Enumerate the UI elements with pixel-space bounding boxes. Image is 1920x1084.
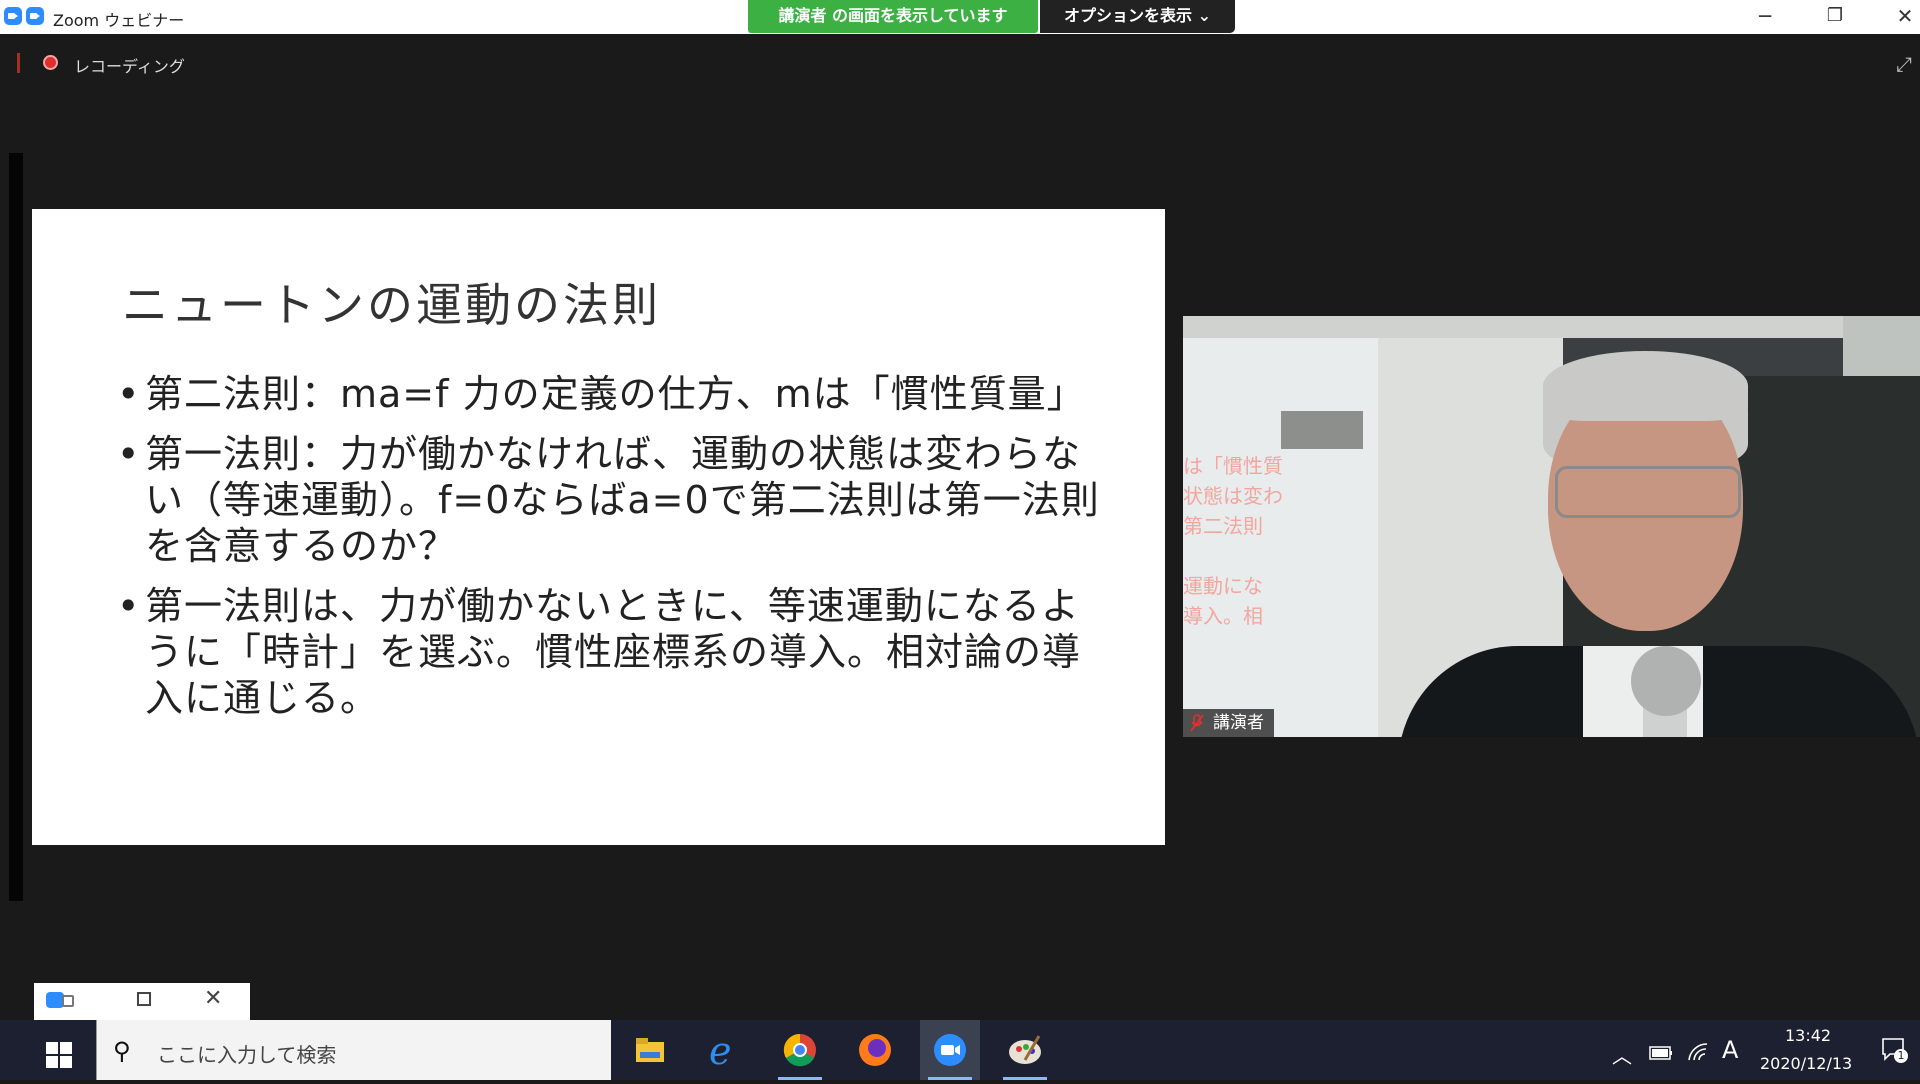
zoom-webinar-icon — [26, 7, 44, 25]
bullet-icon: • — [117, 432, 141, 476]
restore-button[interactable]: ❐ — [1805, 0, 1865, 34]
slide-bullet: • 第二法則：ma=f 力の定義の仕方、mは「慣性質量」 — [117, 371, 1117, 417]
bullet-text: 第一法則：力が働かなければ、運動の状態は変わらない（等速運動）。f=0ならばa=… — [145, 432, 1100, 568]
microphone — [1631, 646, 1701, 716]
mini-maximize-button[interactable] — [137, 992, 151, 1006]
participant-name: 講演者 — [1213, 713, 1264, 733]
taskbar-paint[interactable] — [995, 1020, 1055, 1080]
title-bar: Zoom ウェビナー 講演者 の画面を表示しています オプションを表示 ⌄ ─ … — [0, 0, 1920, 34]
clock-time[interactable]: 13:42 — [1785, 1026, 1831, 1045]
ime-mode-indicator[interactable]: A — [1722, 1036, 1738, 1064]
zoom-mini-window[interactable]: ✕ — [34, 983, 250, 1021]
taskbar-chrome[interactable] — [770, 1020, 830, 1080]
taskbar-file-explorer[interactable] — [620, 1020, 680, 1080]
zoom-logo-icon — [4, 7, 22, 25]
slide-bullet-list: • 第二法則：ma=f 力の定義の仕方、mは「慣性質量」 • 第一法則：力が働か… — [117, 371, 1117, 735]
window-title: Zoom ウェビナー — [53, 11, 185, 30]
shared-slide: ニュートンの運動の法則 • 第二法則：ma=f 力の定義の仕方、mは「慣性質量」… — [32, 209, 1165, 845]
mic-muted-icon — [1190, 714, 1204, 732]
firefox-icon — [859, 1034, 891, 1066]
bullet-text: 第一法則は、力が働かないときに、等速運動になるように「時計」を選ぶ。慣性座標系の… — [145, 584, 1082, 720]
recording-label: レコーディング — [74, 57, 185, 76]
close-button[interactable]: ✕ — [1875, 0, 1920, 34]
chrome-icon — [783, 1033, 816, 1067]
bullet-text: 第二法則：ma=f 力の定義の仕方、mは「慣性質量」 — [145, 372, 1086, 416]
bullet-icon: • — [117, 372, 141, 416]
recording-icon — [43, 55, 58, 70]
clock-date[interactable]: 2020/12/13 — [1760, 1054, 1852, 1073]
tray-expand-icon[interactable]: ︿ — [1612, 1040, 1632, 1069]
content-edge-bar — [9, 153, 23, 901]
search-placeholder: ここに入力して検索 — [157, 1043, 337, 1067]
screen-share-banner: 講演者 の画面を表示しています — [748, 0, 1038, 33]
speaker-hair-top — [1543, 351, 1748, 421]
bullet-icon: • — [117, 584, 141, 628]
zoom-icon — [934, 1034, 966, 1066]
video-ceiling — [1183, 316, 1920, 338]
participant-name-tag: 講演者 — [1183, 709, 1274, 737]
slide-title: ニュートンの運動の法則 — [122, 278, 661, 332]
slide-bullet: • 第一法則：力が働かなければ、運動の状態は変わらない（等速運動）。f=0ならば… — [117, 431, 1117, 569]
window-switch-icon — [62, 995, 74, 1007]
svg-text:e: e — [709, 1029, 732, 1073]
speaker-video[interactable]: は「慣性質 状態は変わ 第二法則 運動にな 導入。相 講演者 — [1183, 316, 1920, 737]
search-icon: ⚲ — [113, 1037, 131, 1065]
taskbar-zoom[interactable] — [920, 1020, 980, 1080]
internet-explorer-icon: e — [709, 1029, 732, 1073]
video-thumbnail — [1281, 411, 1363, 449]
taskbar-firefox[interactable] — [845, 1020, 905, 1080]
video-projected-text: は「慣性質 状態は変わ 第二法則 運動にな 導入。相 — [1183, 454, 1283, 628]
notification-center-button[interactable]: 1 — [1880, 1036, 1908, 1063]
paint-icon — [1009, 1035, 1041, 1064]
file-explorer-icon — [636, 1038, 664, 1062]
windows-start-button[interactable] — [46, 1042, 72, 1068]
speaker-glasses — [1555, 466, 1741, 518]
slide-bullet: • 第一法則は、力が働かないときに、等速運動になるように「時計」を選ぶ。慣性座標… — [117, 583, 1117, 721]
wifi-icon[interactable] — [1686, 1040, 1710, 1064]
notification-count-badge: 1 — [1894, 1049, 1908, 1063]
view-options-button[interactable]: オプションを表示 ⌄ — [1040, 0, 1235, 33]
battery-icon[interactable] — [1648, 1044, 1674, 1062]
fullscreen-icon[interactable]: ⤢ — [1896, 52, 1912, 76]
taskbar-search-box[interactable]: ⚲ ここに入力して検索 — [96, 1020, 611, 1080]
mini-close-button[interactable]: ✕ — [204, 986, 222, 1011]
recording-edge-marker — [17, 53, 20, 73]
taskbar-internet-explorer[interactable]: e — [695, 1020, 755, 1080]
minimize-button[interactable]: ─ — [1735, 0, 1795, 34]
